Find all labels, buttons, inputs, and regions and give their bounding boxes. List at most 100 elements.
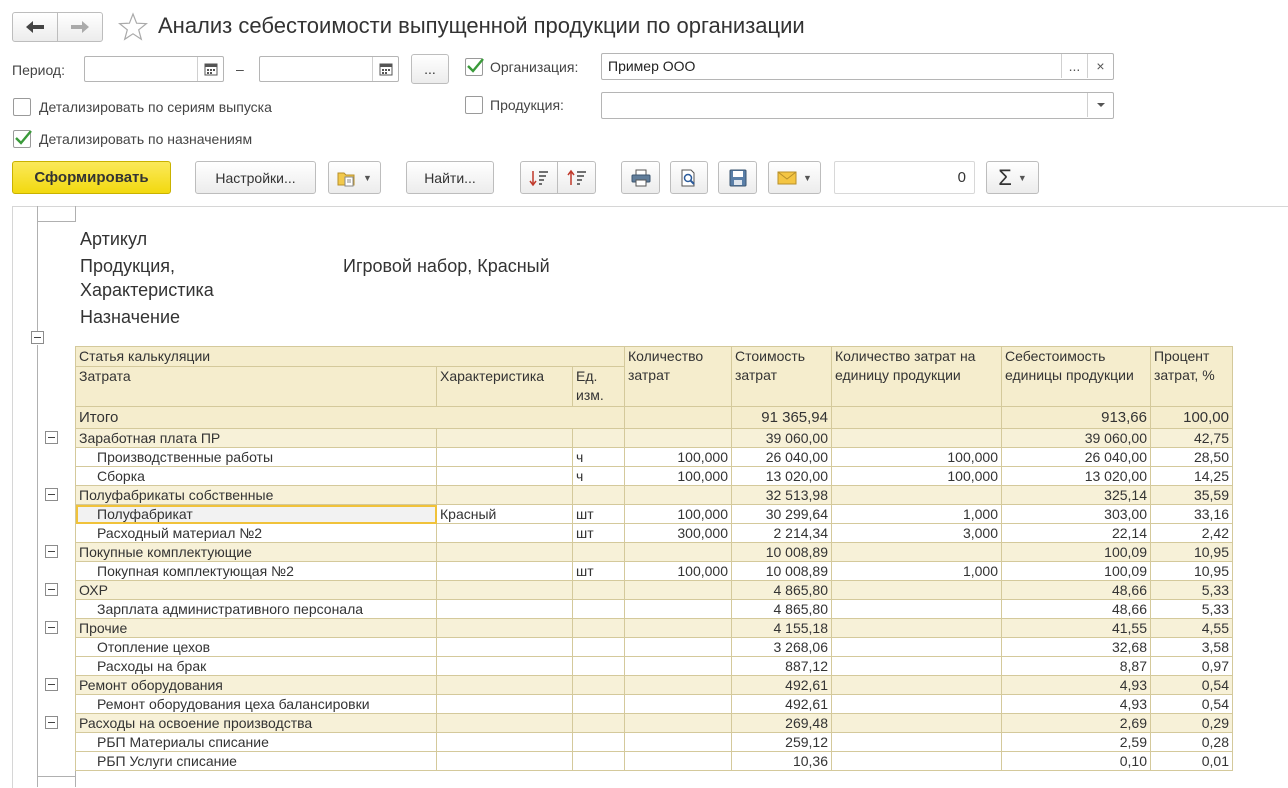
collapse-toggle[interactable] xyxy=(45,583,58,596)
table-row[interactable]: Зарплата административного персонала 4 86… xyxy=(75,599,1233,619)
sort-desc-button[interactable] xyxy=(520,161,558,194)
group-row[interactable]: Расходы на освоение производства 269,48 2,… xyxy=(75,713,1233,733)
cell-characteristic xyxy=(436,561,573,581)
cell-qty xyxy=(624,637,732,657)
group-row[interactable]: Полуфабрикаты собственные 32 513,98 325,14… xyxy=(75,485,1233,505)
cell-characteristic: Красный xyxy=(436,504,573,524)
cell-unit xyxy=(572,694,625,714)
cell-qty: 100,000 xyxy=(624,447,732,467)
group-row[interactable]: Прочие 4 155,18 41,55 4,55 xyxy=(75,618,1233,638)
sum-button[interactable]: Σ ▼ xyxy=(986,161,1039,194)
cell-per-unit xyxy=(831,618,1002,638)
collapse-toggle[interactable] xyxy=(31,331,44,344)
period-select-button[interactable]: ... xyxy=(411,54,449,84)
cell-pct: 0,28 xyxy=(1150,732,1233,752)
cell-unit xyxy=(572,675,625,695)
table-row[interactable]: Отопление цехов 3 268,06 32,68 3,58 xyxy=(75,637,1233,657)
product-checkbox[interactable] xyxy=(465,96,483,114)
selected-count-field[interactable]: 0 xyxy=(834,161,975,194)
send-email-button[interactable]: ▼ xyxy=(768,161,821,194)
cell-cost: 887,12 xyxy=(731,656,832,676)
group-row[interactable]: Покупные комплектующие 10 008,89 100,09 10,… xyxy=(75,542,1233,562)
chevron-down-icon: ▼ xyxy=(803,172,812,183)
table-row[interactable]: Сборка ч 100,000 13 020,00 100,000 13 020,00 1… xyxy=(75,466,1233,486)
forward-button[interactable] xyxy=(57,12,103,42)
collapse-toggle[interactable] xyxy=(45,545,58,558)
cell-unit-cost: 4,93 xyxy=(1001,694,1151,714)
group-row[interactable]: Заработная плата ПР 39 060,00 39 060,00 42,… xyxy=(75,428,1233,448)
cell-per-unit: 3,000 xyxy=(831,523,1002,543)
group-row[interactable]: Ремонт оборудования 492,61 4,93 0,54 xyxy=(75,675,1233,695)
detail-purpose-checkbox[interactable] xyxy=(13,130,32,148)
cell-per-unit xyxy=(831,751,1002,771)
print-button[interactable] xyxy=(621,161,660,194)
detail-purpose-label: Детализировать по назначениям xyxy=(39,131,253,147)
cell-unit-cost: 48,66 xyxy=(1001,580,1151,600)
cell-name: Отопление цехов xyxy=(75,637,437,657)
collapse-toggle[interactable] xyxy=(45,431,58,444)
favorite-star-icon[interactable] xyxy=(118,12,148,42)
cell-qty xyxy=(624,542,732,562)
preview-icon xyxy=(681,169,695,186)
cell-unit xyxy=(572,599,625,619)
report-top-border xyxy=(12,206,1288,207)
organization-clear-button[interactable]: × xyxy=(1087,54,1113,78)
cell-characteristic xyxy=(436,732,573,752)
cell-characteristic xyxy=(436,542,573,562)
organization-select-button[interactable]: ... xyxy=(1061,54,1087,78)
organization-label: Организация: xyxy=(490,59,579,75)
variants-button[interactable]: ▼ xyxy=(328,161,381,194)
calendar-icon[interactable] xyxy=(372,57,398,81)
total-row[interactable]: Итого 91 365,94 913,66 100,00 xyxy=(75,406,1233,429)
article-label: Артикул xyxy=(80,229,148,249)
table-row[interactable]: Расходный материал №2 шт 300,000 2 214,34 3,… xyxy=(75,523,1233,543)
organization-checkbox[interactable] xyxy=(465,58,484,76)
group-row[interactable]: ОХР 4 865,80 48,66 5,33 xyxy=(75,580,1233,600)
table-row[interactable]: Ремонт оборудования цеха балансировки 492… xyxy=(75,694,1233,714)
cell-qty xyxy=(624,675,732,695)
collapse-toggle[interactable] xyxy=(45,488,58,501)
product-report-value: Игровой набор, Красный xyxy=(343,256,550,276)
back-button[interactable] xyxy=(12,12,58,42)
cell-name: Заработная плата ПР xyxy=(75,428,437,448)
save-button[interactable] xyxy=(718,161,757,194)
cell-unit xyxy=(572,428,625,448)
settings-button[interactable]: Настройки... xyxy=(195,161,316,194)
product-label: Продукция: xyxy=(490,97,564,113)
total-pct: 100,00 xyxy=(1150,406,1233,429)
checkmark-icon xyxy=(15,130,32,145)
detail-series-checkbox[interactable] xyxy=(13,98,31,116)
table-row[interactable]: Расходы на брак 887,12 8,87 0,97 xyxy=(75,656,1233,676)
table-row[interactable]: РБП Материалы списание 259,12 2,59 0,28 xyxy=(75,732,1233,752)
organization-field[interactable]: Пример ООО ... × xyxy=(601,53,1114,80)
calendar-icon[interactable] xyxy=(197,57,223,81)
cell-name: Производственные работы xyxy=(75,447,437,467)
header-pct: Процент затрат, % xyxy=(1150,346,1233,407)
cell-per-unit xyxy=(831,428,1002,448)
group-outline-line xyxy=(37,221,75,222)
cell-qty: 100,000 xyxy=(624,466,732,486)
cell-name: Прочие xyxy=(75,618,437,638)
find-button[interactable]: Найти... xyxy=(406,161,494,194)
cell-cost: 492,61 xyxy=(731,675,832,695)
period-start-field[interactable] xyxy=(84,56,224,82)
generate-button[interactable]: Сформировать xyxy=(12,161,171,194)
preview-button[interactable] xyxy=(670,161,708,194)
collapse-toggle[interactable] xyxy=(45,678,58,691)
period-end-field[interactable] xyxy=(259,56,399,82)
chevron-down-icon[interactable] xyxy=(1087,93,1113,117)
sort-asc-button[interactable] xyxy=(557,161,596,194)
cell-per-unit: 100,000 xyxy=(831,447,1002,467)
cell-pct: 0,54 xyxy=(1150,694,1233,714)
table-row[interactable]: РБП Услуги списание 10,36 0,10 0,01 xyxy=(75,751,1233,771)
table-row[interactable]: Производственные работы ч 100,000 26 040,00… xyxy=(75,447,1233,467)
product-field[interactable] xyxy=(601,92,1114,119)
table-row[interactable]: Покупная комплектующая №2 шт 100,000 10 008… xyxy=(75,561,1233,581)
cell-cost: 4 865,80 xyxy=(731,580,832,600)
cell-unit xyxy=(572,580,625,600)
report-variants-icon xyxy=(337,172,355,186)
cell-unit xyxy=(572,542,625,562)
table-row[interactable]: Полуфабрикат Красный шт 100,000 30 299,64 1,0… xyxy=(75,504,1233,524)
collapse-toggle[interactable] xyxy=(45,621,58,634)
collapse-toggle[interactable] xyxy=(45,716,58,729)
